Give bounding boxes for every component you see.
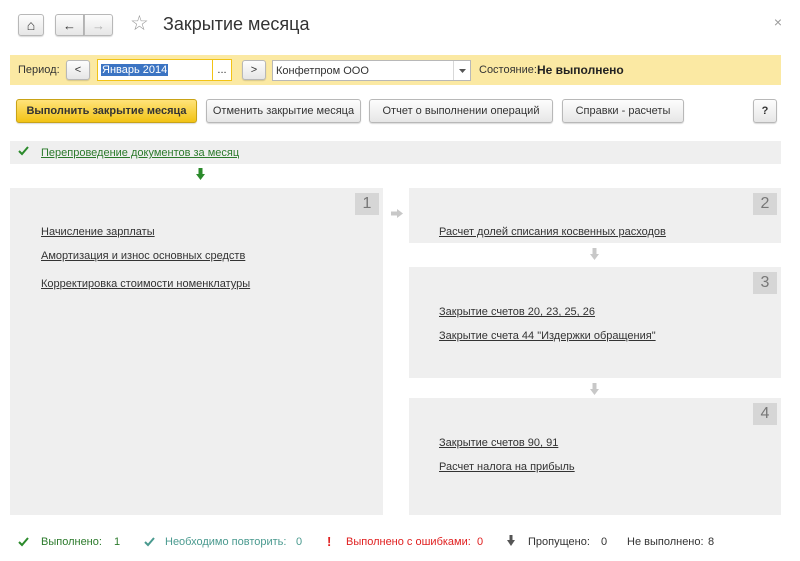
operations-report-label: Отчет о выполнении операций bbox=[382, 105, 540, 117]
skipped-arrow-down-icon bbox=[507, 535, 515, 549]
stage-4-panel bbox=[409, 398, 781, 515]
period-next-button[interactable]: > bbox=[242, 60, 266, 80]
errors-label: Выполнено с ошибками: bbox=[346, 536, 471, 548]
operations-report-button[interactable]: Отчет о выполнении операций bbox=[369, 99, 553, 123]
notdone-count: 8 bbox=[708, 536, 715, 548]
stage-2-number: 2 bbox=[753, 193, 777, 215]
home-icon: ⌂ bbox=[26, 17, 36, 33]
help-button[interactable]: ? bbox=[753, 99, 777, 123]
notdone-label: Не выполнено: bbox=[627, 536, 704, 548]
operation-link[interactable]: Закрытие счетов 90, 91 bbox=[439, 437, 558, 449]
favorite-star-icon[interactable]: ☆ bbox=[130, 11, 149, 36]
chevron-right-icon: > bbox=[250, 64, 258, 76]
reference-calculations-button[interactable]: Справки - расчеты bbox=[562, 99, 684, 123]
cancel-closing-button[interactable]: Отменить закрытие месяца bbox=[206, 99, 361, 123]
repeat-label: Необходимо повторить: bbox=[165, 536, 287, 548]
stage-3-panel bbox=[409, 267, 781, 378]
forward-button[interactable]: → bbox=[84, 14, 113, 36]
stage-4-number: 4 bbox=[753, 403, 777, 425]
back-button[interactable]: ← bbox=[55, 14, 84, 36]
check-icon bbox=[18, 145, 29, 159]
skipped-label: Пропущено: bbox=[528, 536, 590, 548]
period-value: Январь 2014 bbox=[101, 64, 169, 76]
error-icon: ! bbox=[327, 534, 332, 549]
reference-calculations-label: Справки - расчеты bbox=[575, 105, 671, 117]
arrow-down-icon bbox=[196, 168, 205, 183]
repeat-count: 0 bbox=[296, 536, 303, 548]
period-field[interactable]: Январь 2014 bbox=[97, 59, 213, 81]
arrow-right-icon: → bbox=[92, 17, 105, 33]
status-label: Состояние: bbox=[479, 64, 537, 76]
operation-link[interactable]: Расчет долей списания косвенных расходов bbox=[439, 226, 666, 238]
status-value: Не выполнено bbox=[537, 63, 624, 77]
ellipsis-icon: ... bbox=[217, 64, 227, 76]
skipped-count: 0 bbox=[601, 536, 608, 548]
period-prev-button[interactable]: < bbox=[66, 60, 90, 80]
organization-field[interactable]: Конфетпром ООО bbox=[272, 60, 471, 81]
repeat-check-icon bbox=[144, 536, 155, 550]
operation-link[interactable]: Закрытие счетов 20, 23, 25, 26 bbox=[439, 306, 595, 318]
page-title: Закрытие месяца bbox=[163, 14, 310, 34]
arrow-down-icon bbox=[590, 383, 599, 398]
execute-closing-label: Выполнить закрытие месяца bbox=[26, 105, 187, 117]
period-label: Период: bbox=[18, 64, 60, 76]
operation-link[interactable]: Начисление зарплаты bbox=[41, 226, 155, 238]
repost-documents-link[interactable]: Перепроведение документов за месяц bbox=[41, 147, 239, 159]
execute-closing-button[interactable]: Выполнить закрытие месяца bbox=[16, 99, 197, 123]
stage-3-number: 3 bbox=[753, 272, 777, 294]
close-icon[interactable]: × bbox=[774, 14, 782, 30]
operation-link[interactable]: Расчет налога на прибыль bbox=[439, 461, 575, 473]
operation-link[interactable]: Амортизация и износ основных средств bbox=[41, 250, 245, 262]
arrow-down-icon bbox=[590, 248, 599, 263]
help-icon: ? bbox=[761, 105, 769, 117]
stage-1-number: 1 bbox=[355, 193, 379, 215]
home-button[interactable]: ⌂ bbox=[18, 14, 44, 36]
period-select-button[interactable]: ... bbox=[212, 59, 232, 81]
arrow-right-icon bbox=[391, 209, 403, 221]
organization-value: Конфетпром ООО bbox=[276, 64, 369, 77]
cancel-closing-label: Отменить закрытие месяца bbox=[212, 105, 355, 117]
operation-link[interactable]: Корректировка стоимости номенклатуры bbox=[41, 278, 250, 290]
arrow-left-icon: ← bbox=[63, 17, 76, 33]
done-label: Выполнено: bbox=[41, 536, 102, 548]
done-count: 1 bbox=[114, 536, 121, 548]
dropdown-icon[interactable] bbox=[453, 61, 470, 80]
errors-count: 0 bbox=[477, 536, 484, 548]
done-check-icon bbox=[18, 536, 29, 550]
chevron-left-icon: < bbox=[74, 64, 82, 76]
operation-link[interactable]: Закрытие счета 44 "Издержки обращения" bbox=[439, 330, 656, 342]
